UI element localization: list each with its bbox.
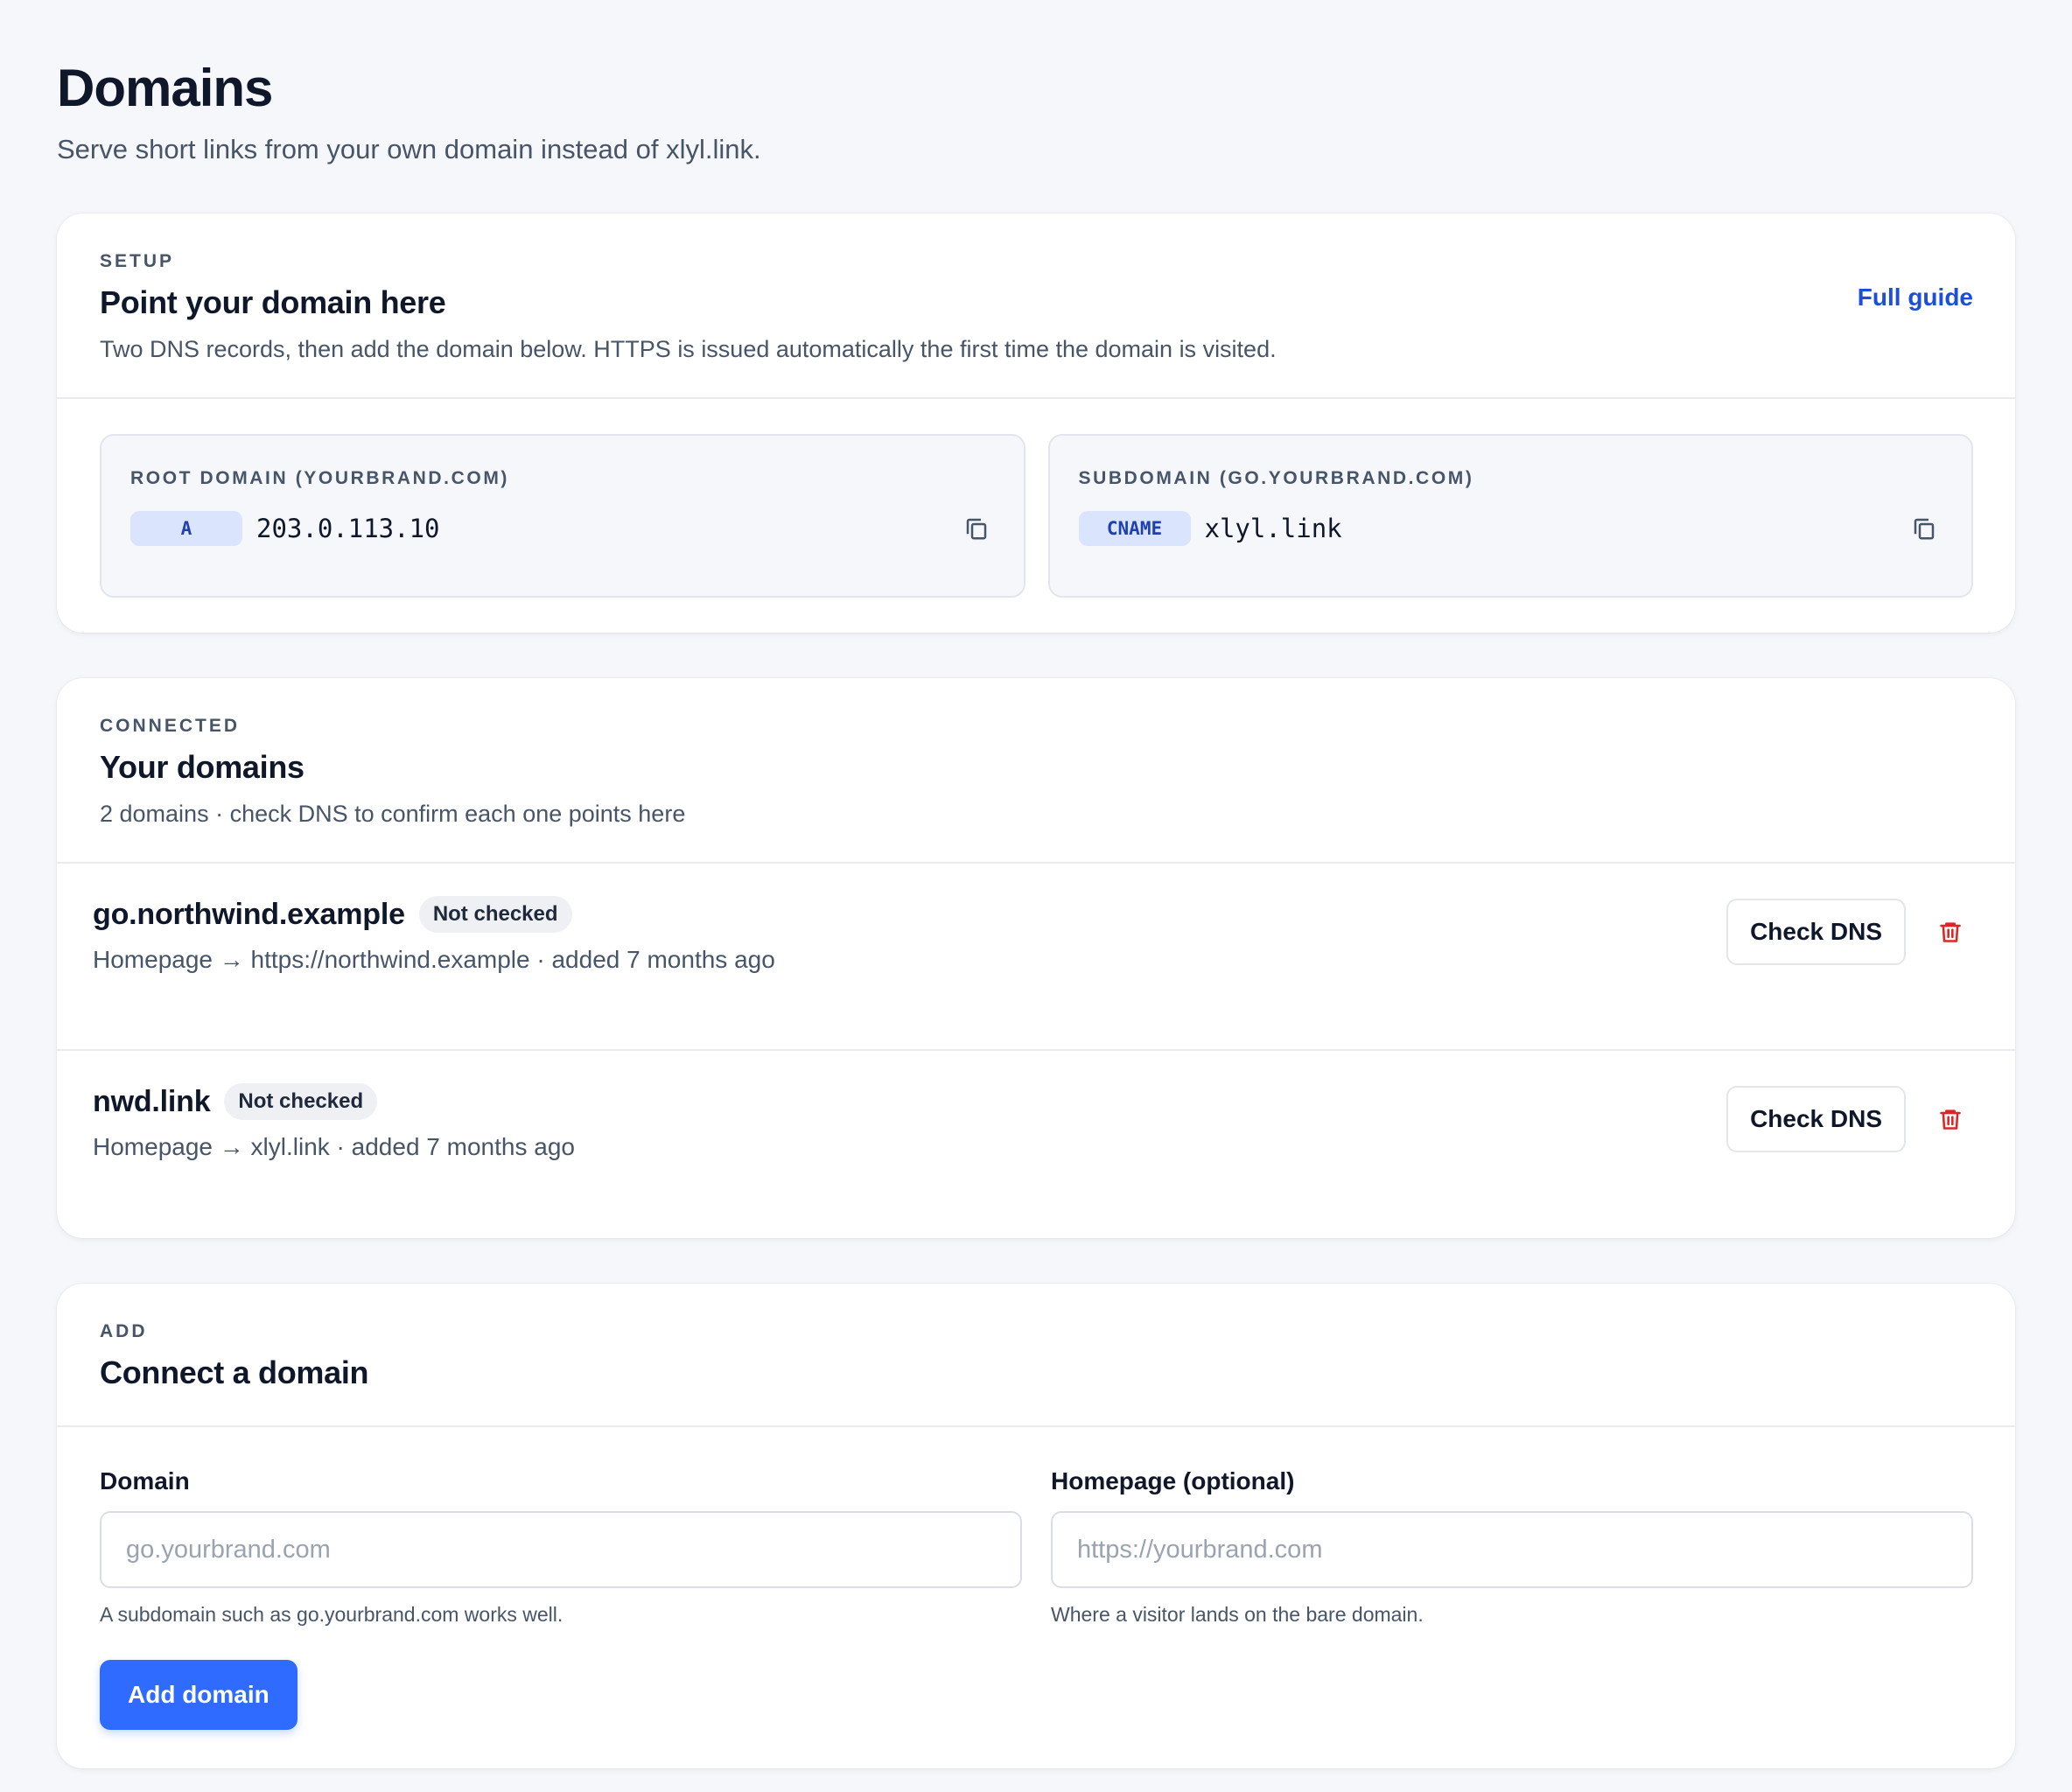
copy-icon[interactable] xyxy=(1907,511,1942,546)
record-row: A 203.0.113.10 xyxy=(130,511,994,546)
domain-field: Domain A subdomain such as go.yourbrand.… xyxy=(100,1466,1022,1628)
setup-card-header: SETUP Point your domain here Two DNS rec… xyxy=(57,214,2015,399)
domain-actions: Check DNS xyxy=(1726,1086,1973,1152)
domain-name-line: nwd.link Not checked xyxy=(93,1082,1973,1121)
add-form-footer: Add domain xyxy=(57,1628,2015,1768)
page-subtitle: Serve short links from your own domain i… xyxy=(57,134,761,164)
domain-row: go.northwind.example Not checked Homepag… xyxy=(57,864,2015,1051)
dns-record-subdomain: SUBDOMAIN (GO.YOURBRAND.COM) CNAME xlyl.… xyxy=(1047,434,1973,598)
record-label: SUBDOMAIN (GO.YOURBRAND.COM) xyxy=(1078,468,1474,488)
record-value: xlyl.link xyxy=(1204,514,1342,543)
add-domain-button[interactable]: Add domain xyxy=(100,1660,298,1730)
add-domain-card: ADD Connect a domain Domain A subdomain … xyxy=(57,1284,2015,1768)
status-badge: Not checked xyxy=(224,1083,378,1120)
record-type-badge: CNAME xyxy=(1078,511,1191,546)
domain-name-line: go.northwind.example Not checked xyxy=(93,895,1973,934)
domain-name: go.northwind.example xyxy=(93,898,405,931)
check-dns-button[interactable]: Check DNS xyxy=(1726,1086,1906,1152)
add-title: Connect a domain xyxy=(100,1354,369,1390)
domain-field-label: Domain xyxy=(100,1467,190,1494)
add-domain-form: Domain A subdomain such as go.yourbrand.… xyxy=(57,1427,2015,1628)
trash-icon[interactable] xyxy=(1928,909,1973,955)
domain-list: go.northwind.example Not checked Homepag… xyxy=(57,864,2015,1238)
connected-eyebrow: CONNECTED xyxy=(100,716,241,736)
homepage-field-label: Homepage (optional) xyxy=(1051,1467,1295,1494)
domain-field-hint: A subdomain such as go.yourbrand.com wor… xyxy=(100,1603,564,1626)
connected-card: CONNECTED Your domains 2 domains · check… xyxy=(57,678,2015,1238)
add-card-header: ADD Connect a domain xyxy=(57,1284,2015,1427)
domain-actions: Check DNS xyxy=(1726,899,1973,965)
homepage-field: Homepage (optional) Where a visitor land… xyxy=(1051,1466,1973,1628)
domain-meta: Homepage → https://northwind.example · a… xyxy=(93,946,775,973)
homepage-input[interactable] xyxy=(1051,1511,1973,1588)
dns-records: ROOT DOMAIN (YOURBRAND.COM) A 203.0.113.… xyxy=(57,399,2015,633)
status-badge: Not checked xyxy=(418,896,572,933)
setup-eyebrow: SETUP xyxy=(100,251,175,271)
full-guide-link[interactable]: Full guide xyxy=(1858,284,1973,312)
record-row: CNAME xlyl.link xyxy=(1078,511,1942,546)
domains-page: Domains Serve short links from your own … xyxy=(0,0,2072,1768)
domain-meta: Homepage → xlyl.link · added 7 months ag… xyxy=(93,1133,575,1160)
page-title: Domains xyxy=(57,59,273,117)
homepage-field-hint: Where a visitor lands on the bare domain… xyxy=(1051,1603,1424,1626)
record-label: ROOT DOMAIN (YOURBRAND.COM) xyxy=(130,468,510,488)
domain-name: nwd.link xyxy=(93,1085,211,1118)
record-value: 203.0.113.10 xyxy=(256,514,440,543)
setup-card: SETUP Point your domain here Two DNS rec… xyxy=(57,214,2015,633)
record-type-badge: A xyxy=(130,511,242,546)
add-eyebrow: ADD xyxy=(100,1321,148,1341)
check-dns-button[interactable]: Check DNS xyxy=(1726,899,1906,965)
dns-record-root: ROOT DOMAIN (YOURBRAND.COM) A 203.0.113.… xyxy=(100,434,1026,598)
connected-description: 2 domains · check DNS to confirm each on… xyxy=(100,801,686,827)
copy-icon[interactable] xyxy=(959,511,994,546)
connected-title: Your domains xyxy=(100,749,304,785)
domain-input[interactable] xyxy=(100,1511,1022,1588)
domain-row: nwd.link Not checked Homepage → xlyl.lin… xyxy=(57,1051,2015,1238)
setup-description: Two DNS records, then add the domain bel… xyxy=(100,336,1277,362)
setup-title: Point your domain here xyxy=(100,284,446,320)
trash-icon[interactable] xyxy=(1928,1096,1973,1142)
connected-card-header: CONNECTED Your domains 2 domains · check… xyxy=(57,678,2015,864)
